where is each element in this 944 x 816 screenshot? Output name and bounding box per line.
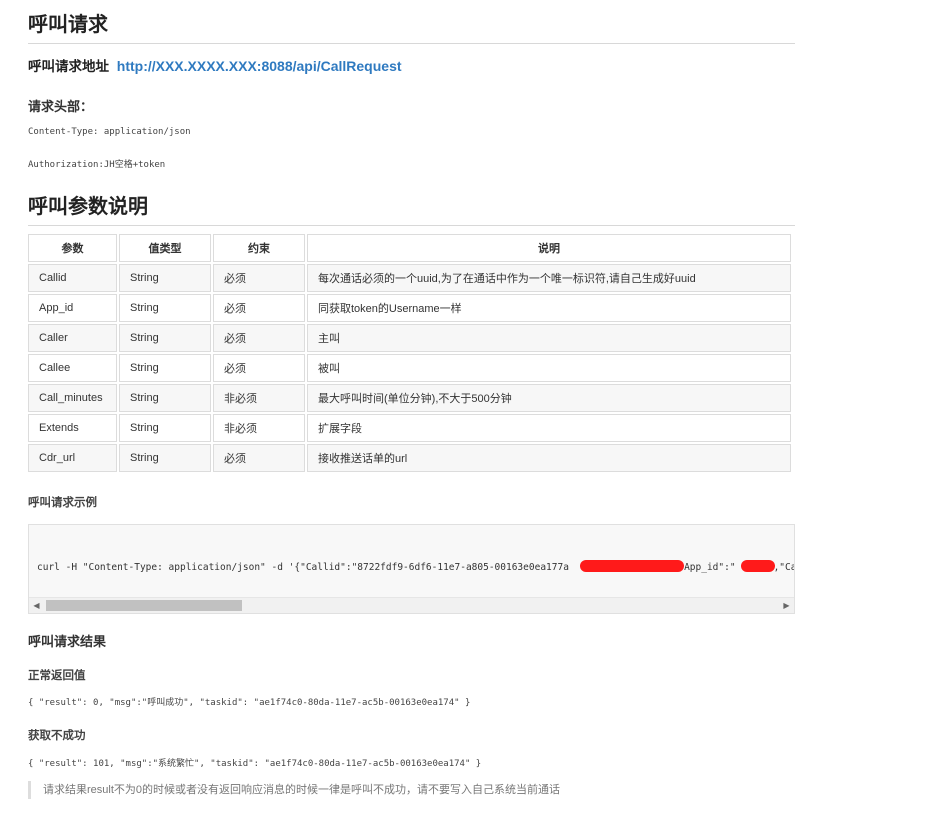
param-name: Extends <box>28 414 117 442</box>
request-address: 呼叫请求地址 http://XXX.XXXX.XXX:8088/api/Call… <box>28 55 402 75</box>
param-name: Callee <box>28 354 117 382</box>
success-code: { "result": 0, "msg":"呼叫成功", "taskid": "… <box>28 698 471 708</box>
table-row: Cdr_url String 必须 接收推送话单的url <box>28 444 791 472</box>
redaction-mark <box>741 560 775 572</box>
param-constraint: 必须 <box>213 294 305 322</box>
example-code-block[interactable]: curl -H "Content-Type: application/json"… <box>28 524 795 614</box>
param-name: App_id <box>28 294 117 322</box>
table-header-row: 参数 值类型 约束 说明 <box>28 234 791 262</box>
example-title: 呼叫请求示例 <box>28 497 97 509</box>
param-name: Call_minutes <box>28 384 117 412</box>
fail-code: { "result": 101, "msg":"系统繁忙", "taskid":… <box>28 759 482 769</box>
table-row: Callid String 必须 每次通话必须的一个uuid,为了在通话中作为一… <box>28 264 791 292</box>
param-description: 接收推送话单的url <box>307 444 791 472</box>
col-header-description: 说明 <box>307 234 791 262</box>
page-title: 呼叫请求 <box>28 8 795 44</box>
code-part-end: ,"Cal <box>773 562 794 573</box>
param-description: 最大呼叫时间(单位分钟),不大于500分钟 <box>307 384 791 412</box>
address-label: 呼叫请求地址 <box>28 59 109 74</box>
params-title: 呼叫参数说明 <box>28 190 795 226</box>
table-row: App_id String 必须 同获取token的Username一样 <box>28 294 791 322</box>
param-name: Cdr_url <box>28 444 117 472</box>
param-description: 被叫 <box>307 354 791 382</box>
param-type: String <box>119 354 211 382</box>
col-header-type: 值类型 <box>119 234 211 262</box>
result-note: 请求结果result不为0的时候或者没有返回响应消息的时候一律是呼叫不成功，请不… <box>28 781 560 799</box>
table-row: Caller String 必须 主叫 <box>28 324 791 352</box>
result-title: 呼叫请求结果 <box>28 634 107 649</box>
success-label: 正常返回值 <box>28 670 86 682</box>
param-type: String <box>119 444 211 472</box>
table-row: Callee String 必须 被叫 <box>28 354 791 382</box>
param-description: 每次通话必须的一个uuid,为了在通话中作为一个唯一标识符,请自己生成好uuid <box>307 264 791 292</box>
param-description: 主叫 <box>307 324 791 352</box>
param-type: String <box>119 384 211 412</box>
param-constraint: 必须 <box>213 324 305 352</box>
col-header-constraint: 约束 <box>213 234 305 262</box>
param-constraint: 必须 <box>213 444 305 472</box>
fail-label: 获取不成功 <box>28 730 86 742</box>
col-header-param: 参数 <box>28 234 117 262</box>
scroll-right-arrow-icon[interactable]: ▶ <box>779 598 794 613</box>
redaction-mark <box>580 560 684 572</box>
param-name: Caller <box>28 324 117 352</box>
param-type: String <box>119 294 211 322</box>
params-table: 参数 值类型 约束 说明 Callid String 必须 每次通话必须的一个u… <box>26 232 793 474</box>
api-url-link[interactable]: http://XXX.XXXX.XXX:8088/api/CallRequest <box>117 58 402 74</box>
param-type: String <box>119 324 211 352</box>
param-description: 扩展字段 <box>307 414 791 442</box>
param-name: Callid <box>28 264 117 292</box>
param-type: String <box>119 264 211 292</box>
param-type: String <box>119 414 211 442</box>
horizontal-scrollbar[interactable]: ◀ ▶ <box>29 597 794 613</box>
scroll-left-arrow-icon[interactable]: ◀ <box>29 598 44 613</box>
param-constraint: 非必须 <box>213 414 305 442</box>
header-authorization: Authorization:JH空格+token <box>28 160 166 170</box>
code-part-start: curl -H "Content-Type: application/json"… <box>37 562 569 573</box>
param-description: 同获取token的Username一样 <box>307 294 791 322</box>
header-content-type: Content-Type: application/json <box>28 127 191 137</box>
table-row: Call_minutes String 非必须 最大呼叫时间(单位分钟),不大于… <box>28 384 791 412</box>
headers-title: 请求头部： <box>28 99 94 114</box>
param-constraint: 必须 <box>213 264 305 292</box>
param-constraint: 必须 <box>213 354 305 382</box>
table-row: Extends String 非必须 扩展字段 <box>28 414 791 442</box>
param-constraint: 非必须 <box>213 384 305 412</box>
scrollbar-thumb[interactable] <box>46 600 242 611</box>
